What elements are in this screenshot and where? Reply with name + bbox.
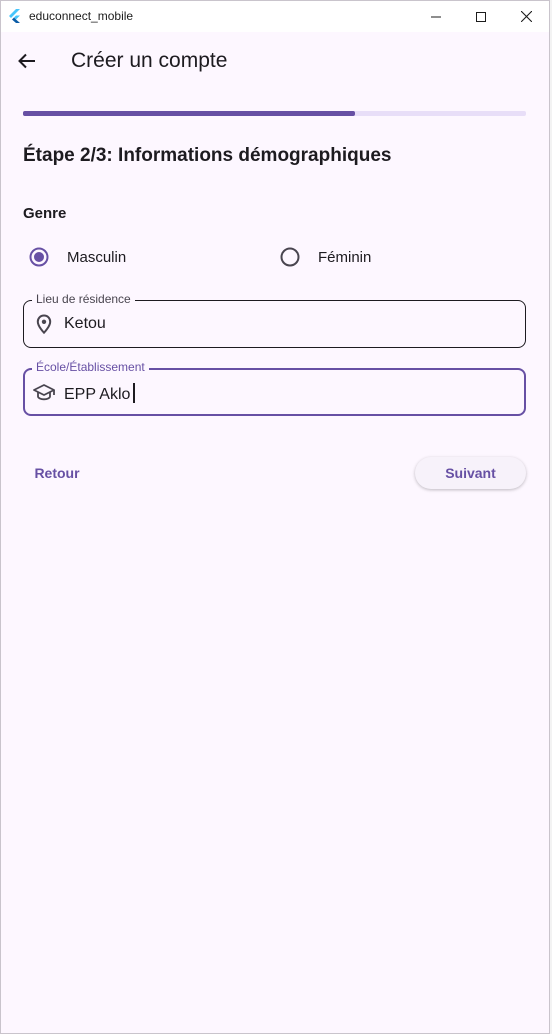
app-window: educonnect_mobile Créer un compte Étape … — [0, 0, 550, 1034]
close-button[interactable] — [503, 1, 549, 32]
flutter-logo-icon — [9, 9, 20, 23]
text-cursor — [133, 383, 135, 403]
minimize-icon — [431, 16, 441, 17]
back-button[interactable] — [11, 45, 43, 77]
school-field[interactable]: École/Établissement EPP Aklo — [23, 360, 526, 416]
window-title: educonnect_mobile — [29, 9, 134, 23]
minimize-button[interactable] — [413, 1, 459, 32]
residence-field[interactable]: Lieu de résidence Ketou — [23, 292, 526, 348]
maximize-button[interactable] — [458, 1, 504, 32]
school-field-label: École/Établissement — [32, 360, 149, 374]
genre-label: Genre — [23, 205, 67, 222]
residence-field-label: Lieu de résidence — [32, 292, 135, 306]
residence-value: Ketou — [64, 315, 106, 332]
radio-option-feminin[interactable]: Féminin — [278, 243, 371, 271]
back-text-button[interactable]: Retour — [23, 457, 91, 489]
radio-selected-icon[interactable] — [27, 245, 51, 269]
maximize-icon — [476, 11, 486, 22]
step-title: Étape 2/3: Informations démographiques — [23, 145, 392, 166]
progress-bar — [23, 111, 526, 116]
radio-label-feminin: Féminin — [318, 248, 372, 266]
arrow-back-icon — [18, 53, 35, 69]
next-button[interactable]: Suivant — [415, 457, 526, 489]
school-value-text: EPP Aklo — [64, 386, 131, 403]
radio-label-masculin: Masculin — [67, 248, 127, 266]
location-pin-icon — [36, 314, 52, 335]
page-title: Créer un compte — [71, 49, 228, 72]
progress-fill — [23, 111, 355, 116]
radio-unselected-icon[interactable] — [278, 245, 302, 269]
window-titlebar: educonnect_mobile — [1, 1, 549, 32]
school-value: EPP Aklo — [64, 383, 135, 404]
graduation-cap-icon — [33, 384, 55, 401]
radio-option-masculin[interactable]: Masculin — [27, 243, 126, 271]
close-icon — [520, 11, 532, 22]
